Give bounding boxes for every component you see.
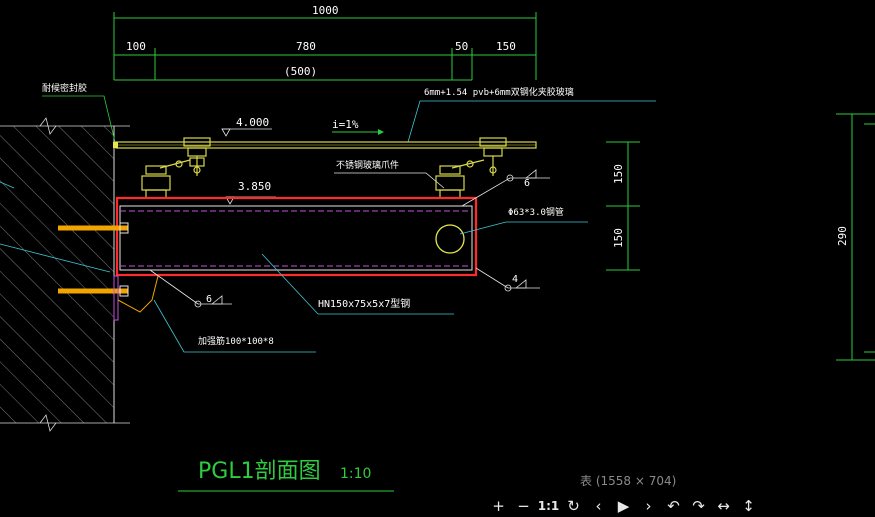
drawing-scale: 1:10 bbox=[340, 466, 371, 482]
label-beam: HN150x75x5x7型钢 bbox=[318, 297, 410, 310]
image-size-caption: 表 (1558 × 704) bbox=[580, 474, 677, 488]
drawing-title: PGL1剖面图 bbox=[198, 459, 321, 484]
dim-right-total: 290 bbox=[836, 226, 849, 246]
glass-panel bbox=[113, 141, 537, 149]
label-pipe: Φ63*3.0钢管 bbox=[508, 206, 564, 218]
cad-drawing: 1000 100 780 50 150 (500) 耐候密封胶 6mm+1.54… bbox=[0, 4, 875, 492]
steel-beam bbox=[119, 205, 473, 271]
weld-pipe-top: 4 bbox=[512, 274, 518, 285]
weld-pipe: 6 bbox=[524, 178, 530, 189]
elevation-top-marker bbox=[221, 128, 272, 137]
fit-width-icon[interactable]: ↔ bbox=[711, 496, 736, 516]
clip-fitting-left bbox=[141, 137, 211, 199]
label-elev-mid: 3.850 bbox=[238, 180, 271, 193]
plate-bracket bbox=[117, 275, 159, 313]
dim-total: 1000 bbox=[312, 4, 339, 17]
label-plate: 加强筋100*100*8 bbox=[198, 335, 274, 347]
concrete-wall bbox=[0, 117, 130, 432]
top-dimensions bbox=[113, 12, 537, 81]
redo-icon[interactable]: ↷ bbox=[686, 496, 711, 516]
dim-seg-small: 50 bbox=[455, 40, 468, 53]
next-icon[interactable]: › bbox=[636, 496, 661, 516]
steel-pipe bbox=[435, 224, 465, 254]
fit-height-icon[interactable]: ↕ bbox=[736, 496, 761, 516]
highlight-box bbox=[115, 196, 478, 277]
play-icon[interactable]: ▶ bbox=[611, 496, 636, 516]
leader-clip bbox=[334, 172, 445, 189]
label-seal: 耐候密封胶 bbox=[42, 82, 87, 94]
dim-seg-right: 150 bbox=[496, 40, 516, 53]
viewer-toolbar: + − 1:1 ↻ ‹ ▶ › ↶ ↷ ↔ ↕ bbox=[486, 496, 761, 516]
leader-pipe bbox=[459, 221, 588, 235]
weld-plate: 6 bbox=[206, 294, 212, 305]
zoom-out-button[interactable]: − bbox=[511, 496, 536, 516]
undo-icon[interactable]: ↶ bbox=[661, 496, 686, 516]
weld-symbol-beam-end bbox=[475, 267, 540, 292]
label-glass: 6mm+1.54 pvb+6mm双钢化夹胶玻璃 bbox=[424, 86, 574, 98]
dim-v-lower: 150 bbox=[612, 228, 625, 248]
label-elev-top: 4.000 bbox=[236, 116, 269, 129]
leader-glass bbox=[407, 100, 656, 143]
label-slope: i=1% bbox=[332, 118, 359, 131]
label-clip: 不锈钢玻璃爪件 bbox=[336, 159, 399, 171]
previous-icon[interactable]: ‹ bbox=[586, 496, 611, 516]
dim-v-upper: 150 bbox=[612, 164, 625, 184]
clip-fitting-right bbox=[435, 137, 507, 199]
dim-seg-left: 100 bbox=[126, 40, 146, 53]
zoom-in-button[interactable]: + bbox=[486, 496, 511, 516]
dim-seg-mid: 780 bbox=[296, 40, 316, 53]
vertical-dimensions bbox=[606, 141, 640, 271]
rotate-icon[interactable]: ↻ bbox=[561, 496, 586, 516]
actual-size-button[interactable]: 1:1 bbox=[536, 496, 561, 516]
dim-sub: (500) bbox=[284, 65, 317, 78]
